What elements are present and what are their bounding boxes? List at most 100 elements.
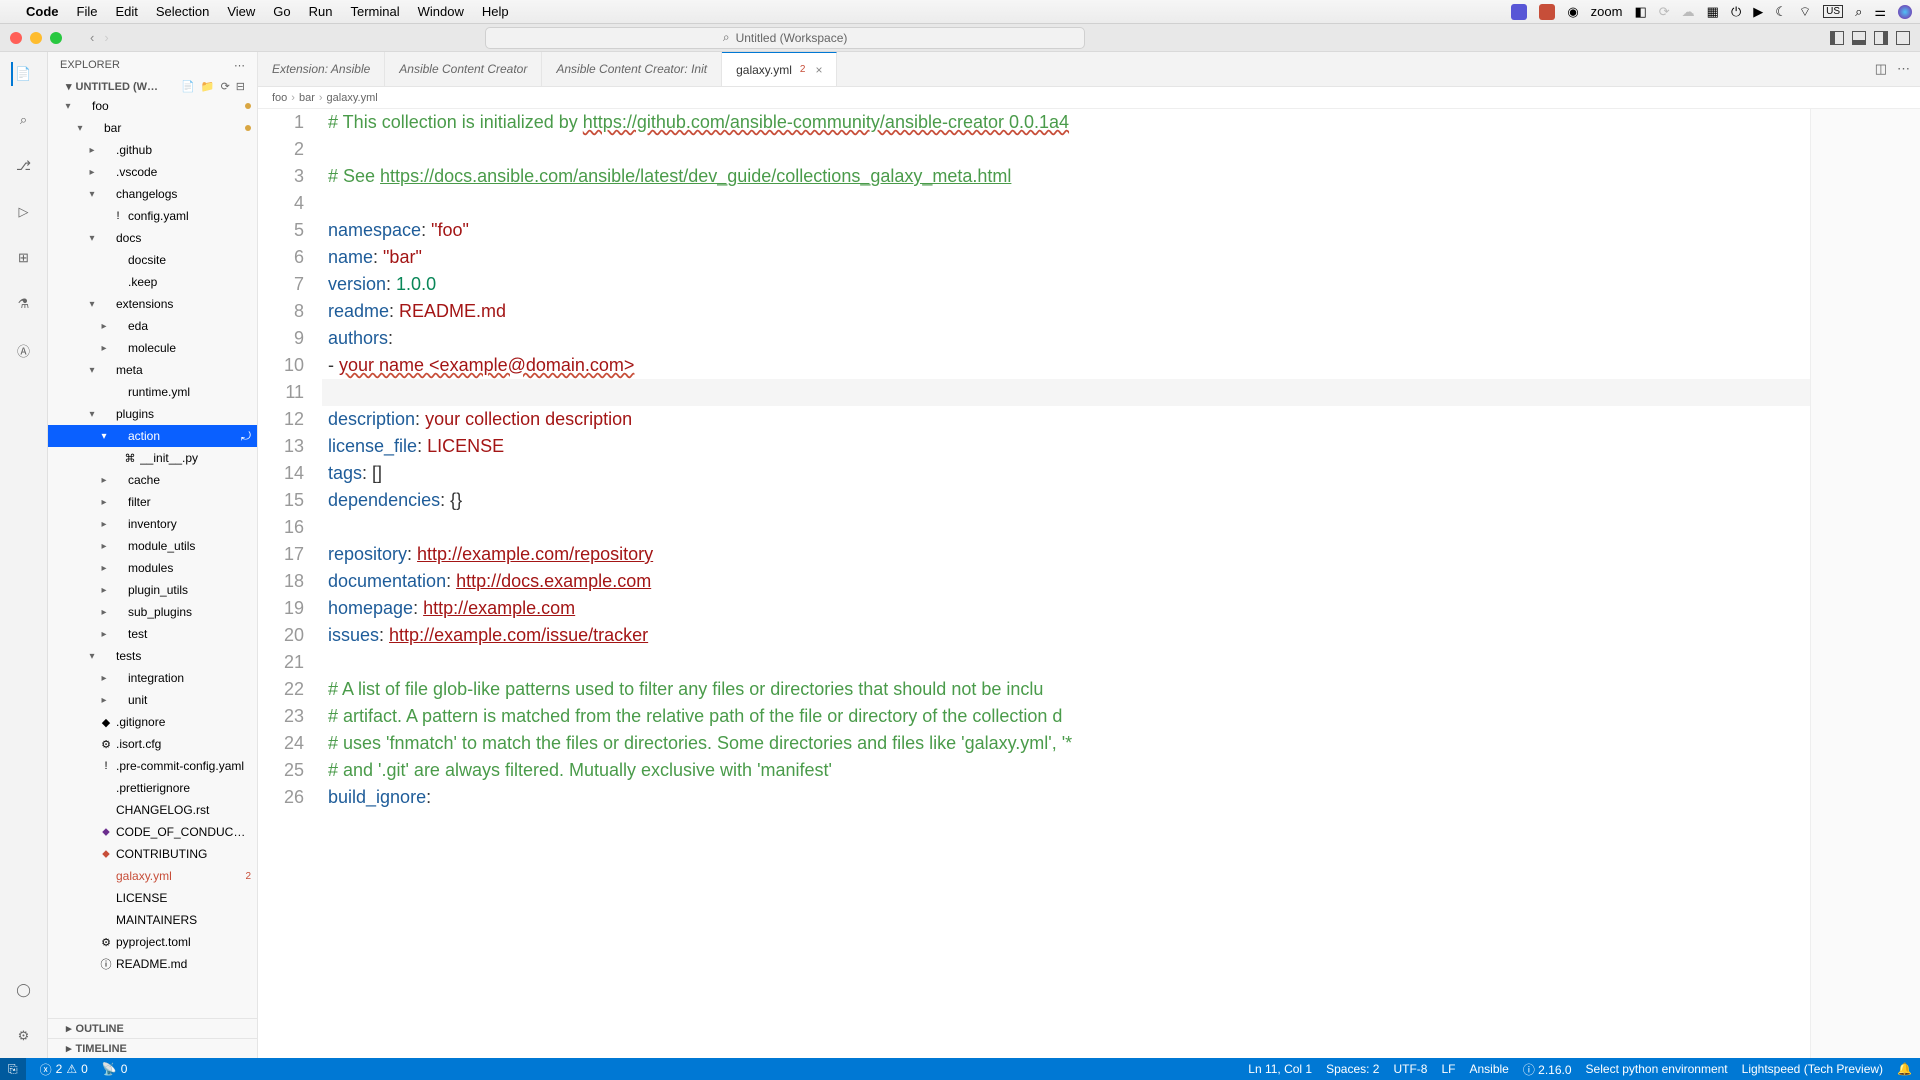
code-line[interactable]: repository: http://example.com/repositor… bbox=[322, 541, 1920, 568]
menu-selection[interactable]: Selection bbox=[156, 4, 209, 19]
tree-item[interactable]: ▸test bbox=[48, 623, 257, 645]
tree-item[interactable]: ▾extensions bbox=[48, 293, 257, 315]
tree-item[interactable]: ▾docs bbox=[48, 227, 257, 249]
editor-tab[interactable]: galaxy.yml2× bbox=[722, 52, 837, 86]
breadcrumb-item[interactable]: galaxy.yml bbox=[327, 92, 378, 104]
code-line[interactable]: # artifact. A pattern is matched from th… bbox=[322, 703, 1920, 730]
tree-item[interactable]: ⌘__init__.py bbox=[48, 447, 257, 469]
timeline-section[interactable]: ▸ TIMELINE bbox=[48, 1038, 257, 1058]
new-file-icon[interactable]: 📄 bbox=[181, 80, 195, 93]
breadcrumb-item[interactable]: bar bbox=[299, 92, 315, 104]
code-line[interactable] bbox=[322, 379, 1920, 406]
explorer-view-icon[interactable]: 📄 bbox=[11, 62, 35, 86]
tree-item[interactable]: ▸.vscode bbox=[48, 161, 257, 183]
problems-indicator[interactable]: ⓧ2 ⚠0 bbox=[40, 1061, 88, 1078]
nav-back-icon[interactable]: ‹ bbox=[90, 30, 94, 45]
tree-item[interactable]: ▾tests bbox=[48, 645, 257, 667]
code-line[interactable]: authors: bbox=[322, 325, 1920, 352]
tree-item[interactable]: ⓘREADME.md bbox=[48, 953, 257, 975]
testing-view-icon[interactable]: ⚗ bbox=[12, 292, 36, 316]
menu-terminal[interactable]: Terminal bbox=[351, 4, 400, 19]
layout-sidebar-right-icon[interactable] bbox=[1874, 31, 1888, 45]
split-editor-icon[interactable]: ◫ bbox=[1875, 61, 1887, 77]
tree-item[interactable]: ▾foo bbox=[48, 95, 257, 117]
tray-icon[interactable]: ▶ bbox=[1753, 4, 1763, 20]
indentation[interactable]: Spaces: 2 bbox=[1326, 1062, 1379, 1076]
menu-help[interactable]: Help bbox=[482, 4, 509, 19]
editor-tab[interactable]: Extension: Ansible bbox=[258, 52, 385, 86]
layout-customize-icon[interactable] bbox=[1896, 31, 1910, 45]
tree-item[interactable]: !.pre-commit-config.yaml bbox=[48, 755, 257, 777]
app-name[interactable]: Code bbox=[26, 4, 59, 19]
notifications-icon[interactable]: 🔔 bbox=[1897, 1062, 1912, 1076]
menu-go[interactable]: Go bbox=[273, 4, 290, 19]
code-line[interactable]: homepage: http://example.com bbox=[322, 595, 1920, 622]
tray-app-icon[interactable]: ◉ bbox=[1567, 4, 1578, 20]
accounts-icon[interactable]: ◯ bbox=[12, 978, 36, 1002]
tree-item[interactable]: ▸inventory bbox=[48, 513, 257, 535]
tree-item[interactable]: ▾bar bbox=[48, 117, 257, 139]
tree-item[interactable]: ▾meta bbox=[48, 359, 257, 381]
siri-icon[interactable] bbox=[1898, 5, 1912, 19]
breadcrumb[interactable]: foo › bar › galaxy.yml bbox=[258, 87, 1920, 109]
code-line[interactable] bbox=[322, 136, 1920, 163]
tree-item[interactable]: ⚙pyproject.toml bbox=[48, 931, 257, 953]
control-center-icon[interactable]: ⚌ bbox=[1874, 4, 1886, 20]
tab-more-icon[interactable]: ⋯ bbox=[1897, 61, 1910, 77]
zoom-label[interactable]: zoom bbox=[1591, 4, 1623, 19]
menu-edit[interactable]: Edit bbox=[115, 4, 137, 19]
code-line[interactable]: # and '.git' are always filtered. Mutual… bbox=[322, 757, 1920, 784]
tree-item[interactable]: .prettierignore bbox=[48, 777, 257, 799]
code-line[interactable]: - your name <example@domain.com> bbox=[322, 352, 1920, 379]
breadcrumb-item[interactable]: foo bbox=[272, 92, 287, 104]
tree-item[interactable]: ▸molecule bbox=[48, 337, 257, 359]
run-debug-view-icon[interactable]: ▷ bbox=[12, 200, 36, 224]
settings-gear-icon[interactable]: ⚙ bbox=[12, 1024, 36, 1048]
tree-item[interactable]: ⬥CODE_OF_CONDUCT.md bbox=[48, 821, 257, 843]
tree-item[interactable]: galaxy.yml2 bbox=[48, 865, 257, 887]
tree-item[interactable]: ▾plugins bbox=[48, 403, 257, 425]
tree-item[interactable]: docsite bbox=[48, 249, 257, 271]
code-lines[interactable]: # This collection is initialized by http… bbox=[322, 109, 1920, 1058]
code-line[interactable]: description: your collection description bbox=[322, 406, 1920, 433]
tree-item[interactable]: MAINTAINERS bbox=[48, 909, 257, 931]
tree-item[interactable]: ▸eda bbox=[48, 315, 257, 337]
ports-indicator[interactable]: 📡0 bbox=[102, 1062, 128, 1076]
code-line[interactable]: version: 1.0.0 bbox=[322, 271, 1920, 298]
code-line[interactable]: namespace: "foo" bbox=[322, 217, 1920, 244]
cursor-position[interactable]: Ln 11, Col 1 bbox=[1248, 1062, 1312, 1076]
tree-item[interactable]: ▸integration bbox=[48, 667, 257, 689]
ansible-version[interactable]: ⓘ 2.16.0 bbox=[1523, 1061, 1572, 1078]
search-icon[interactable]: ⌕ bbox=[1855, 4, 1862, 20]
close-window-button[interactable] bbox=[10, 32, 22, 44]
tree-item[interactable]: !config.yaml bbox=[48, 205, 257, 227]
nav-forward-icon[interactable]: › bbox=[104, 30, 108, 45]
tray-app-icon[interactable] bbox=[1539, 4, 1555, 20]
editor-tab[interactable]: Ansible Content Creator bbox=[385, 52, 542, 86]
tree-item[interactable]: ▸cache bbox=[48, 469, 257, 491]
menu-file[interactable]: File bbox=[77, 4, 98, 19]
tree-item[interactable]: ▸modules bbox=[48, 557, 257, 579]
explorer-more-icon[interactable]: ⋯ bbox=[234, 59, 245, 72]
tree-item[interactable]: ▸unit bbox=[48, 689, 257, 711]
tree-item[interactable]: ▾changelogs bbox=[48, 183, 257, 205]
code-line[interactable] bbox=[322, 514, 1920, 541]
close-tab-icon[interactable]: × bbox=[815, 63, 822, 77]
input-source[interactable]: US bbox=[1823, 5, 1843, 18]
minimize-window-button[interactable] bbox=[30, 32, 42, 44]
code-line[interactable]: tags: [] bbox=[322, 460, 1920, 487]
editor-tab[interactable]: Ansible Content Creator: Init bbox=[542, 52, 722, 86]
code-editor[interactable]: 1234567891011121314151617181920212223242… bbox=[258, 109, 1920, 1058]
code-line[interactable]: # See https://docs.ansible.com/ansible/l… bbox=[322, 163, 1920, 190]
tree-item[interactable]: LICENSE bbox=[48, 887, 257, 909]
tray-icon[interactable]: ⏻ bbox=[1731, 4, 1741, 20]
code-line[interactable] bbox=[322, 649, 1920, 676]
scm-view-icon[interactable]: ⎇ bbox=[12, 154, 36, 178]
tree-item[interactable]: ◆.gitignore bbox=[48, 711, 257, 733]
search-view-icon[interactable]: ⌕ bbox=[12, 108, 36, 132]
tree-item[interactable]: ▸.github bbox=[48, 139, 257, 161]
tray-icon[interactable]: ▦ bbox=[1707, 4, 1719, 20]
tray-app-icon[interactable] bbox=[1511, 4, 1527, 20]
refresh-icon[interactable]: ⟳ bbox=[221, 80, 230, 93]
code-line[interactable]: # A list of file glob-like patterns used… bbox=[322, 676, 1920, 703]
